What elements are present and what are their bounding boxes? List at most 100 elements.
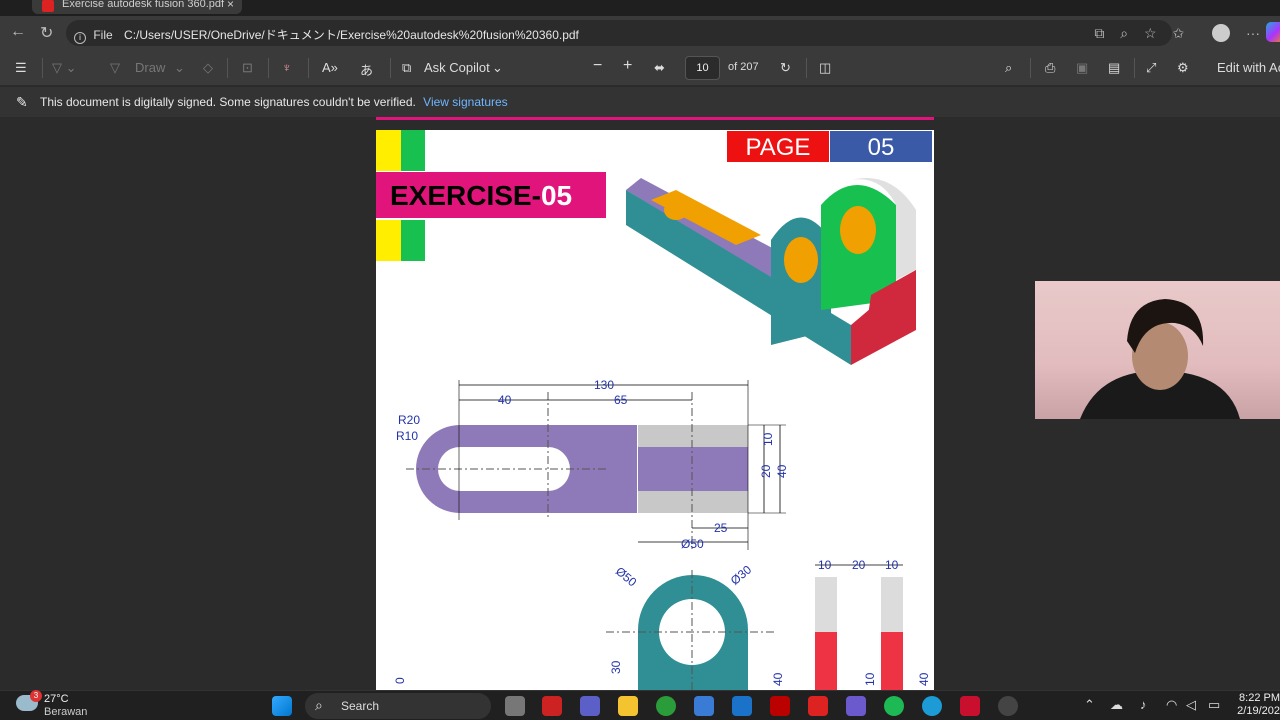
search-icon[interactable]: ⌕ <box>1005 60 1012 76</box>
battery-icon[interactable]: ▭ <box>1208 697 1220 713</box>
save-as-icon[interactable]: ▤ <box>1108 60 1120 76</box>
dim-s10a: 10 <box>818 558 832 572</box>
divider <box>1030 58 1031 78</box>
front-view: Ø50 Ø30 30 40 0 <box>393 562 785 693</box>
app-icon[interactable] <box>732 696 752 716</box>
left-ear-hole <box>784 237 818 283</box>
more-icon[interactable]: ··· <box>1246 25 1260 41</box>
spotify-icon[interactable] <box>884 696 904 716</box>
divider <box>227 58 228 78</box>
tab-title: Exercise autodesk fusion 360.pdf <box>62 0 225 10</box>
pdf-icon <box>42 0 54 12</box>
view-signatures-link[interactable]: View signatures <box>423 95 508 109</box>
wifi-icon[interactable]: ◠ <box>1166 697 1177 713</box>
tab-strip: Exercise autodesk fusion 360.pdf × <box>0 0 1280 16</box>
top-view: 130 40 65 R20 R10 10 20 40 25 Ø50 <box>396 378 789 551</box>
contents-icon[interactable]: ☰ <box>15 60 27 76</box>
date: 2/19/202 <box>1237 705 1280 717</box>
obs-icon[interactable] <box>998 696 1018 716</box>
settings-icon[interactable]: ⚙ <box>1177 60 1189 76</box>
dim-dia50b: Ø50 <box>613 564 640 590</box>
app-icon[interactable] <box>846 696 866 716</box>
app-l-icon[interactable] <box>808 696 828 716</box>
fullscreen-icon[interactable]: ⤢ <box>1146 60 1156 76</box>
refresh-icon[interactable]: ↻ <box>40 23 53 43</box>
back-icon[interactable]: ← <box>10 23 26 41</box>
clock[interactable]: 8:22 PM 2/19/202 <box>1237 692 1280 718</box>
taskbar: 3 27°C Berawan ⌕ Search ⌃ ☁ ♪ ◠ ◁ ▭ 8:22… <box>0 690 1280 720</box>
webcam-overlay <box>1035 281 1280 419</box>
tab-pdf[interactable]: Exercise autodesk fusion 360.pdf × <box>32 0 242 14</box>
favorite-icon[interactable]: ☆ <box>1144 25 1157 41</box>
notification-badge: 3 <box>30 690 42 702</box>
dim-r20: R20 <box>398 413 420 427</box>
copilot-icon[interactable]: ⧉ <box>1094 25 1104 41</box>
dim-dia30: Ø30 <box>728 562 755 588</box>
time: 8:22 PM <box>1239 692 1280 704</box>
chrome-icon[interactable] <box>656 696 676 716</box>
highlighter-icon[interactable]: ♆ <box>282 60 292 75</box>
divider <box>390 58 391 78</box>
rotate-icon[interactable]: ↻ <box>780 60 791 76</box>
chevron-down-icon[interactable]: ⌄ <box>174 60 185 76</box>
signature-message: This document is digitally signed. Some … <box>40 95 416 109</box>
volume-icon[interactable]: ◁ <box>1186 697 1196 713</box>
edge-icon[interactable] <box>922 696 942 716</box>
dim-130: 130 <box>594 378 614 392</box>
weather-condition: Berawan <box>44 706 88 718</box>
profile-icon[interactable] <box>1200 24 1231 42</box>
side-lug-left-top <box>815 577 837 632</box>
dim-v20: 20 <box>759 464 773 478</box>
onedrive-icon[interactable]: ☁ <box>1110 697 1123 713</box>
ask-copilot-button[interactable]: Ask Copilot <box>424 60 490 75</box>
page-number-input[interactable]: 10 <box>685 56 720 80</box>
url-field[interactable]: i File C:/Users/USER/OneDrive/ドキュメント/Exe… <box>66 20 1172 46</box>
dim-dia50: Ø50 <box>681 537 704 551</box>
divider <box>806 58 807 78</box>
edit-with-acrobat-button[interactable]: Edit with Ac <box>1217 60 1280 75</box>
teams-icon[interactable] <box>580 696 600 716</box>
signature-bar: ✎ This document is digitally signed. Som… <box>0 87 1280 117</box>
zoom-out-icon[interactable]: − <box>593 57 602 75</box>
collections-icon[interactable]: ✩ <box>1172 25 1184 41</box>
dim-s20: 20 <box>852 558 866 572</box>
print-icon[interactable]: ⎙ <box>1045 60 1055 76</box>
store-icon[interactable] <box>694 696 714 716</box>
draw-button[interactable]: Draw <box>135 60 165 75</box>
dim-h40: 40 <box>771 672 785 686</box>
highlight-icon[interactable]: ▽ ⌄ <box>52 60 77 76</box>
netflix-icon[interactable] <box>542 696 562 716</box>
taskbar-search[interactable]: ⌕ Search <box>305 693 491 719</box>
page-top-border <box>376 117 934 120</box>
temperature: 27°C <box>44 693 69 705</box>
translate-icon[interactable]: あ <box>360 60 373 79</box>
zoom-icon[interactable]: ⌕ <box>1120 25 1128 41</box>
ask-copilot-icon[interactable]: ⧉ <box>402 60 411 76</box>
page-view-icon[interactable]: ◫ <box>819 60 831 76</box>
text-box-icon[interactable]: ⊡ <box>242 60 253 76</box>
divider <box>268 58 269 78</box>
pdf-page: EXERCISE-05 PAGE 05 130 40 65 R20 R10 10… <box>376 130 934 693</box>
chevron-down-icon[interactable]: ⌄ <box>492 60 503 76</box>
save-icon[interactable]: ▣ <box>1076 60 1088 76</box>
side-view: 10 20 10 10 40 <box>815 558 931 693</box>
search-icon: ⌕ <box>315 697 323 713</box>
zoom-in-icon[interactable]: + <box>623 57 632 75</box>
fit-width-icon[interactable]: ⬌ <box>654 60 665 76</box>
info-icon[interactable]: i <box>74 32 86 44</box>
isometric-view: 130 40 65 R20 R10 10 20 40 25 Ø50 Ø50 Ø3… <box>393 178 931 693</box>
draw-icon[interactable]: ▽ <box>110 60 120 76</box>
start-icon[interactable] <box>272 696 292 716</box>
file-explorer-icon[interactable] <box>618 696 638 716</box>
mcafee-icon[interactable] <box>770 696 790 716</box>
read-aloud-icon[interactable]: A» <box>322 60 338 75</box>
pdf-toolbar: ☰ ▽ ⌄ ▽ Draw ⌄ ◇ ⊡ ♆ A» あ ⧉ Ask Copilot … <box>0 50 1280 86</box>
close-tab-icon[interactable]: × <box>227 0 234 11</box>
chevron-up-icon[interactable]: ⌃ <box>1084 697 1095 713</box>
task-view-icon[interactable] <box>505 696 525 716</box>
microphone-icon[interactable]: ♪ <box>1140 697 1147 712</box>
eraser-icon[interactable]: ◇ <box>203 60 213 76</box>
dim-v40: 40 <box>775 464 789 478</box>
copilot-logo-icon[interactable] <box>1266 22 1280 42</box>
solidworks-icon[interactable] <box>960 696 980 716</box>
